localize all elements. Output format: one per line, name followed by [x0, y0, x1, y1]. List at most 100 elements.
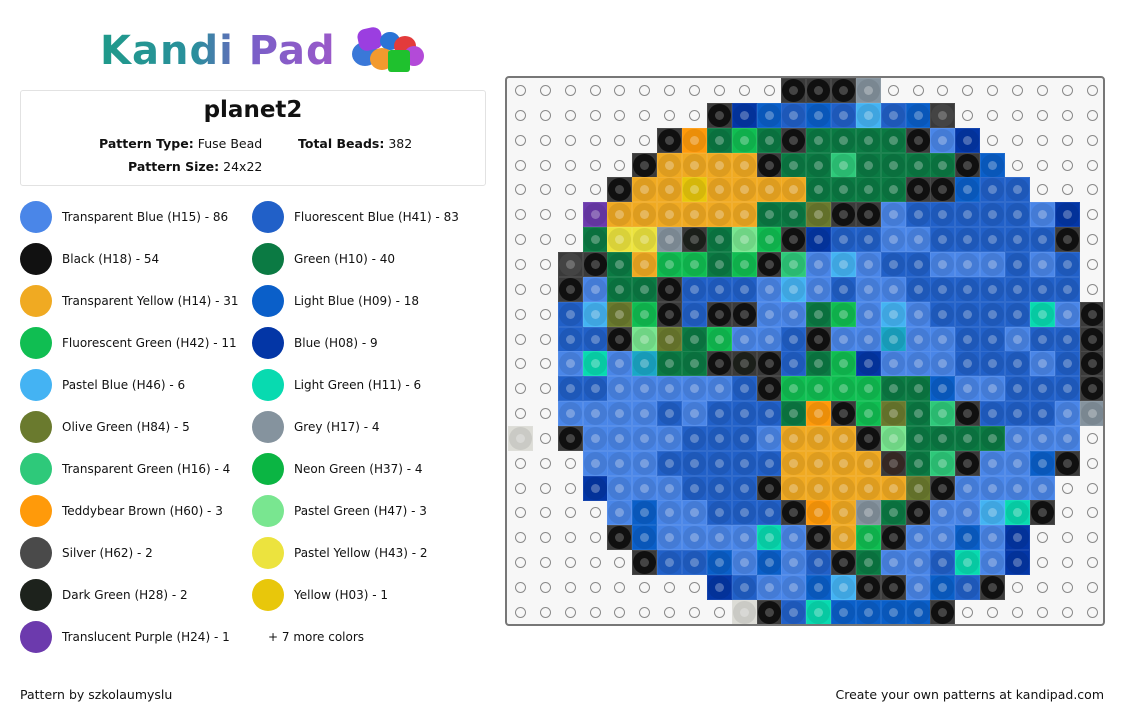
bead[interactable]	[1005, 177, 1030, 203]
bead[interactable]	[880, 351, 906, 377]
bead[interactable]	[880, 599, 906, 624]
bead[interactable]	[607, 276, 633, 302]
bead[interactable]	[855, 276, 881, 302]
bead[interactable]	[781, 351, 807, 377]
bead[interactable]	[930, 500, 956, 526]
bead[interactable]	[806, 127, 832, 153]
empty-peg[interactable]	[508, 376, 533, 401]
bead[interactable]	[681, 251, 707, 277]
bead[interactable]	[831, 500, 857, 526]
empty-peg[interactable]	[632, 78, 657, 103]
bead[interactable]	[657, 202, 683, 228]
bead[interactable]	[706, 376, 732, 402]
empty-peg[interactable]	[533, 525, 558, 550]
bead[interactable]	[806, 326, 832, 352]
bead[interactable]	[930, 351, 956, 377]
bead[interactable]	[880, 401, 906, 427]
bead[interactable]	[706, 102, 732, 128]
bead[interactable]	[1054, 301, 1080, 327]
bead[interactable]	[1029, 227, 1055, 253]
bead[interactable]	[855, 475, 881, 501]
bead[interactable]	[607, 475, 633, 501]
bead[interactable]	[806, 177, 832, 203]
bead[interactable]	[781, 376, 807, 402]
bead[interactable]	[681, 351, 707, 377]
bead[interactable]	[508, 425, 533, 451]
empty-peg[interactable]	[508, 103, 533, 128]
bead[interactable]	[1005, 525, 1030, 551]
bead[interactable]	[980, 326, 1006, 352]
empty-peg[interactable]	[533, 177, 558, 202]
bead[interactable]	[905, 450, 931, 476]
empty-peg[interactable]	[508, 451, 533, 476]
empty-peg[interactable]	[533, 351, 558, 376]
bead[interactable]	[706, 475, 732, 501]
bead[interactable]	[855, 326, 881, 352]
empty-peg[interactable]	[607, 600, 632, 624]
bead[interactable]	[607, 326, 633, 352]
empty-peg[interactable]	[533, 252, 558, 277]
bead[interactable]	[831, 127, 857, 153]
bead[interactable]	[855, 575, 881, 600]
empty-peg[interactable]	[1055, 600, 1080, 624]
bead[interactable]	[855, 550, 881, 576]
bead[interactable]	[1029, 326, 1055, 352]
empty-peg[interactable]	[1055, 575, 1080, 600]
bead[interactable]	[855, 351, 881, 377]
bead[interactable]	[831, 202, 857, 228]
bead[interactable]	[905, 326, 931, 352]
empty-peg[interactable]	[1030, 177, 1055, 202]
empty-peg[interactable]	[1055, 128, 1080, 153]
empty-peg[interactable]	[558, 202, 583, 227]
bead[interactable]	[980, 401, 1006, 427]
bead[interactable]	[781, 525, 807, 551]
bead[interactable]	[607, 301, 633, 327]
bead[interactable]	[657, 500, 683, 526]
bead[interactable]	[681, 152, 707, 178]
bead[interactable]	[831, 550, 857, 576]
bead[interactable]	[756, 401, 782, 427]
bead[interactable]	[657, 177, 683, 203]
bead[interactable]	[632, 177, 658, 203]
bead[interactable]	[756, 227, 782, 253]
bead[interactable]	[657, 326, 683, 352]
bead[interactable]	[980, 276, 1006, 302]
bead[interactable]	[930, 102, 956, 128]
bead[interactable]	[930, 450, 956, 476]
bead[interactable]	[930, 475, 956, 501]
bead[interactable]	[557, 425, 583, 451]
bead[interactable]	[632, 202, 658, 228]
empty-peg[interactable]	[657, 103, 682, 128]
kandipad-logo[interactable]: Kandi Pad	[100, 25, 426, 76]
empty-peg[interactable]	[1080, 500, 1103, 525]
bead[interactable]	[657, 301, 683, 327]
bead[interactable]	[806, 78, 832, 103]
bead[interactable]	[955, 301, 981, 327]
empty-peg[interactable]	[533, 426, 558, 451]
bead[interactable]	[955, 227, 981, 253]
bead[interactable]	[632, 401, 658, 427]
empty-peg[interactable]	[583, 78, 608, 103]
bead[interactable]	[781, 425, 807, 451]
bead[interactable]	[706, 575, 732, 600]
bead[interactable]	[855, 78, 881, 103]
bead[interactable]	[980, 500, 1006, 526]
bead[interactable]	[756, 475, 782, 501]
bead[interactable]	[855, 202, 881, 228]
bead[interactable]	[657, 127, 683, 153]
bead[interactable]	[1005, 450, 1030, 476]
bead[interactable]	[1054, 227, 1080, 253]
bead[interactable]	[1079, 326, 1103, 352]
bead[interactable]	[905, 550, 931, 576]
bead[interactable]	[756, 450, 782, 476]
bead[interactable]	[731, 152, 757, 178]
empty-peg[interactable]	[980, 78, 1005, 103]
empty-peg[interactable]	[1080, 451, 1103, 476]
empty-peg[interactable]	[558, 128, 583, 153]
bead[interactable]	[681, 227, 707, 253]
bead[interactable]	[1054, 401, 1080, 427]
empty-peg[interactable]	[558, 177, 583, 202]
empty-peg[interactable]	[508, 525, 533, 550]
bead[interactable]	[831, 301, 857, 327]
bead[interactable]	[930, 152, 956, 178]
